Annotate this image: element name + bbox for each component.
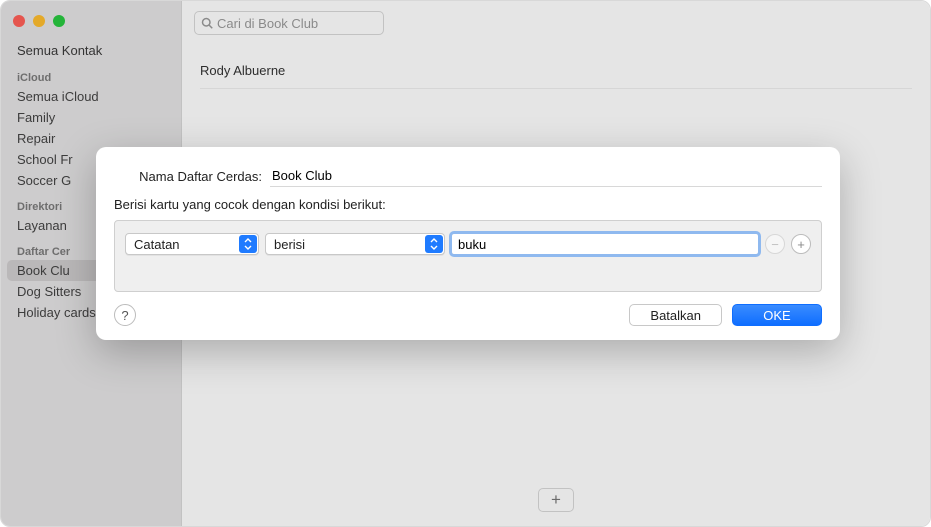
add-rule-button[interactable]: +: [791, 234, 811, 254]
smart-list-sheet: Nama Daftar Cerdas: Berisi kartu yang co…: [96, 147, 840, 340]
plus-icon: +: [797, 238, 805, 251]
minus-icon: −: [771, 238, 779, 251]
name-label: Nama Daftar Cerdas:: [114, 169, 270, 184]
help-button[interactable]: ?: [114, 304, 136, 326]
ok-button-label: OKE: [763, 308, 790, 323]
rule-operator-value: berisi: [274, 237, 305, 252]
condition-label: Berisi kartu yang cocok dengan kondisi b…: [114, 197, 822, 212]
ok-button[interactable]: OKE: [732, 304, 822, 326]
help-icon: ?: [121, 308, 128, 323]
rule-field-value: Catatan: [134, 237, 180, 252]
chevron-updown-icon: [425, 235, 443, 253]
chevron-updown-icon: [239, 235, 257, 253]
cancel-button[interactable]: Batalkan: [629, 304, 722, 326]
rules-container: Catatan berisi − +: [114, 220, 822, 292]
rule-value-input[interactable]: [451, 233, 759, 255]
name-row: Nama Daftar Cerdas:: [114, 165, 822, 187]
rule-operator-popup[interactable]: berisi: [265, 233, 445, 255]
smart-list-name-input[interactable]: [270, 165, 822, 187]
rule-field-popup[interactable]: Catatan: [125, 233, 259, 255]
contacts-window: Semua Kontak iCloud Semua iCloud Family …: [0, 0, 931, 527]
remove-rule-button: −: [765, 234, 785, 254]
cancel-button-label: Batalkan: [650, 308, 701, 323]
sheet-footer: ? Batalkan OKE: [114, 304, 822, 326]
